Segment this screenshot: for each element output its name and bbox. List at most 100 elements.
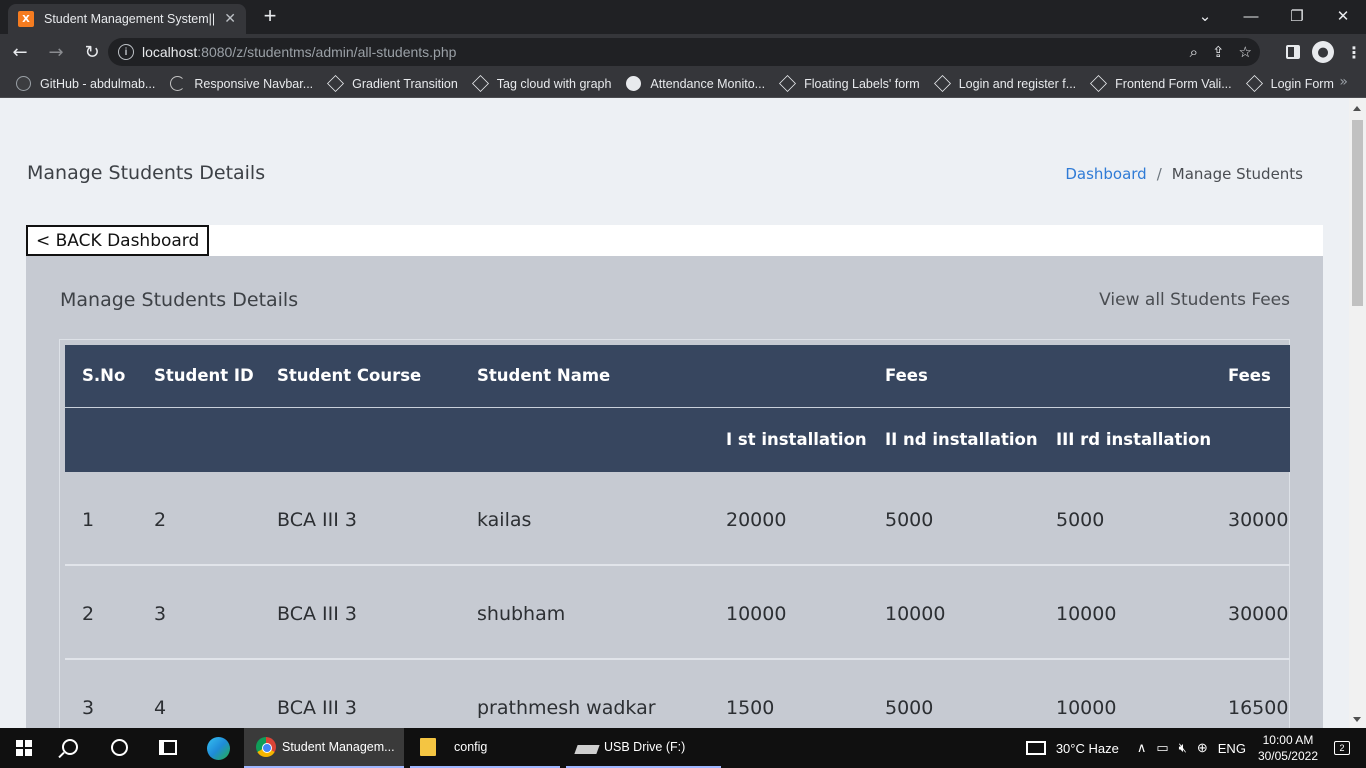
close-tab-icon[interactable]: ✕ (224, 11, 236, 27)
tray-chevron-icon[interactable]: ∧ (1137, 740, 1147, 756)
weather-text[interactable]: 30°C Haze (1056, 741, 1119, 756)
search-icon[interactable] (62, 739, 78, 755)
taskbar-chrome-button[interactable]: Student Managem... (244, 728, 404, 768)
codepen-icon (1090, 75, 1108, 92)
codepen-icon (327, 75, 345, 92)
language-indicator[interactable]: ENG (1218, 741, 1246, 756)
page-scrollbar[interactable] (1349, 98, 1366, 728)
cell-student-id: 2 (154, 509, 167, 531)
back-arrow-icon[interactable]: ← (4, 36, 36, 68)
bookmark-label: Responsive Navbar... (194, 76, 314, 91)
system-tray: 30°C Haze ∧ ▭ 🔇︎ ⊕ ENG 10:00 AM 30/05/20… (1025, 728, 1366, 768)
menu-kebab-icon[interactable]: ⋮ (1346, 43, 1362, 62)
taskbar-usb-label: USB Drive (F:) (604, 740, 686, 754)
cell-name: prathmesh wadkar (477, 697, 656, 719)
site-info-icon[interactable]: i (118, 44, 134, 60)
notification-icon[interactable]: 2 (1334, 741, 1350, 755)
network-globe-icon[interactable]: ⊕ (1197, 740, 1208, 756)
clock[interactable]: 10:00 AM 30/05/2022 (1258, 732, 1318, 764)
header-name: Student Name (477, 366, 611, 385)
students-card: Manage Students Details View all Student… (26, 256, 1323, 728)
side-panel-icon[interactable] (1286, 45, 1300, 59)
chrome-icon (256, 737, 276, 757)
clock-date: 30/05/2022 (1257, 749, 1318, 763)
browser-tab[interactable]: X Student Management System|||M ✕ (8, 4, 246, 34)
edge-browser-icon[interactable] (207, 737, 230, 760)
bookmark-label: Gradient Transition (352, 76, 458, 91)
battery-icon[interactable]: ▭ (1156, 740, 1168, 756)
share-icon[interactable]: ⇪ (1212, 43, 1225, 61)
header-installment-3: III rd installation (1056, 430, 1212, 449)
table-row: 2 3 BCA III 3 shubham 10000 10000 10000 … (65, 566, 1290, 660)
bookmark-attendance[interactable]: Attendance Monito... (626, 76, 765, 91)
bookmark-login-register[interactable]: Login and register f... (933, 75, 1077, 92)
breadcrumb-dashboard-link[interactable]: Dashboard (1065, 165, 1146, 183)
back-bar: < BACK Dashboard (26, 225, 1323, 256)
taskbar-folder-button[interactable]: config (410, 728, 560, 768)
scroll-thumb[interactable] (1352, 120, 1363, 306)
bookmark-responsive-navbar[interactable]: Responsive Navbar... (170, 76, 313, 91)
cell-course: BCA III 3 (277, 603, 357, 625)
bookmark-frontend-form[interactable]: Frontend Form Vali... (1090, 75, 1232, 92)
folder-icon (420, 738, 436, 756)
view-all-fees-link[interactable]: View all Students Fees (1099, 290, 1290, 310)
cell-student-id: 4 (154, 697, 167, 719)
breadcrumb: Dashboard / Manage Students (1065, 165, 1303, 183)
page-viewport: Manage Students Details Dashboard / Mana… (0, 98, 1366, 728)
taskbar-chrome-label: Student Managem... (282, 740, 395, 754)
cell-installment-3: 10000 (1056, 603, 1117, 625)
bookmark-floating-labels[interactable]: Floating Labels' form (779, 75, 920, 92)
window-controls: ⌄ — ❐ ✕ (1182, 0, 1366, 32)
clock-time: 10:00 AM (1262, 733, 1314, 747)
url-host: localhost (142, 44, 198, 60)
codepen-icon (1245, 75, 1263, 92)
cell-fees-total: 16500 (1228, 697, 1289, 719)
back-dashboard-button[interactable]: < BACK Dashboard (26, 225, 210, 256)
cell-installment-2: 5000 (885, 509, 934, 531)
tab-search-chevron-icon[interactable]: ⌄ (1182, 0, 1228, 32)
taskbar-usb-button[interactable]: USB Drive (F:) (566, 728, 721, 768)
header-fees-total: Fees (1228, 366, 1271, 385)
codepen-icon (933, 75, 951, 92)
address-bar[interactable]: i localhost:8080/z/studentms/admin/all-s… (108, 38, 1260, 66)
close-window-icon[interactable]: ✕ (1320, 0, 1366, 32)
bookmark-label: Login and register f... (958, 76, 1077, 91)
weather-icon[interactable] (1025, 741, 1046, 755)
table-row: 1 2 BCA III 3 kailas 20000 5000 5000 300… (65, 472, 1290, 566)
scroll-up-arrow-icon[interactable] (1353, 106, 1361, 111)
profile-avatar-icon[interactable]: ● (1312, 41, 1334, 63)
cell-course: BCA III 3 (277, 509, 357, 531)
zoom-icon[interactable]: ⌕ (1190, 43, 1198, 61)
windows-start-icon[interactable] (16, 740, 32, 756)
task-view-icon[interactable] (159, 740, 177, 755)
header-installment-2: II nd installation (885, 430, 1038, 449)
cell-installment-1: 20000 (726, 509, 787, 531)
header-sno: S.No (82, 366, 126, 385)
browser-toolbar: ← → ↻ i localhost:8080/z/studentms/admin… (0, 34, 1366, 70)
more-bookmarks-icon[interactable]: » (1339, 74, 1348, 90)
restore-icon[interactable]: ❐ (1274, 0, 1320, 32)
minimize-icon[interactable]: — (1228, 0, 1274, 32)
bookmark-label: GitHub - abdulmab... (40, 76, 156, 91)
bookmark-tag-cloud[interactable]: Tag cloud with graph (471, 75, 611, 92)
bookmark-login-form[interactable]: Login Form (1245, 75, 1334, 92)
new-tab-icon[interactable]: + (258, 5, 282, 29)
cell-installment-2: 10000 (885, 603, 946, 625)
page-title: Manage Students Details (27, 162, 266, 184)
scroll-down-arrow-icon[interactable] (1353, 717, 1361, 722)
tab-title: Student Management System|||M (44, 12, 215, 26)
bookmark-gradient-transition[interactable]: Gradient Transition (327, 75, 458, 92)
codepen-icon (471, 75, 489, 92)
cell-fees-total: 30000 (1228, 603, 1289, 625)
table-subheader-row: I st installation II nd installation III… (65, 408, 1290, 472)
bookmark-star-icon[interactable]: ☆ (1239, 43, 1252, 61)
bookmark-label: Frontend Form Vali... (1115, 76, 1232, 91)
volume-muted-icon[interactable]: 🔇︎ (1179, 740, 1187, 756)
reload-icon[interactable]: ↻ (76, 36, 108, 68)
cell-sno: 2 (82, 603, 95, 625)
cortana-icon[interactable] (111, 739, 128, 756)
forward-arrow-icon[interactable]: → (40, 36, 72, 68)
header-fees-group: Fees (885, 366, 928, 385)
bookmark-github[interactable]: GitHub - abdulmab... (16, 76, 155, 91)
cell-student-id: 3 (154, 603, 167, 625)
